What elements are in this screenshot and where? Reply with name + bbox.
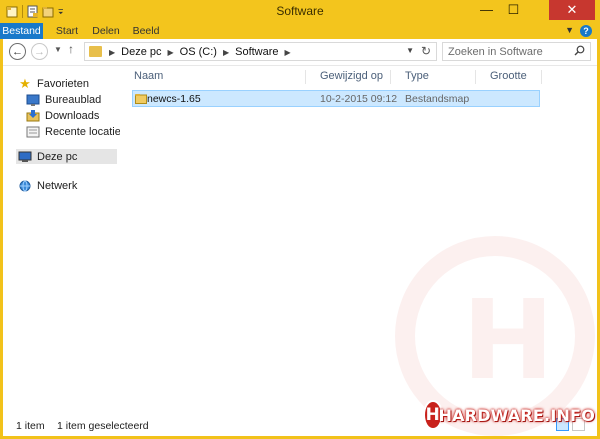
logo-text: HARDWARE.INFO bbox=[438, 405, 595, 425]
nav-item-label: Recente locaties bbox=[45, 125, 127, 138]
column-header-grootte[interactable]: Grootte bbox=[476, 70, 542, 84]
title-bar[interactable]: Software — ☐ ✕ bbox=[0, 0, 600, 23]
tab-start[interactable]: Start bbox=[50, 23, 84, 39]
tab-beeld[interactable]: Beeld bbox=[131, 23, 161, 39]
breadcrumb-deze-pc[interactable]: Deze pc bbox=[121, 46, 161, 59]
navigation-bar: ← → ▼ ↑ ▶ Deze pc ▶ OS (C:) ▶ Software ▶… bbox=[3, 39, 597, 66]
status-selection: 1 item geselecteerd bbox=[57, 420, 149, 432]
file-name: newcs-1.65 bbox=[147, 93, 201, 105]
table-row[interactable]: newcs-1.65 10-2-2015 09:12 Bestandsmap bbox=[132, 90, 540, 107]
tab-delen[interactable]: Delen bbox=[88, 23, 124, 39]
network-icon bbox=[19, 180, 31, 191]
hardware-info-logo: H HARDWARE.INFO bbox=[425, 402, 595, 428]
star-icon: ★ bbox=[19, 75, 31, 91]
address-dropdown-icon[interactable]: ▼ bbox=[406, 46, 414, 55]
recent-locations-dropdown-icon[interactable]: ▼ bbox=[54, 45, 62, 54]
search-icon[interactable] bbox=[574, 45, 585, 56]
column-header-type[interactable]: Type bbox=[391, 70, 476, 84]
downloads-icon bbox=[26, 109, 40, 121]
explorer-client-area: ← → ▼ ↑ ▶ Deze pc ▶ OS (C:) ▶ Software ▶… bbox=[3, 39, 597, 436]
forward-button[interactable]: → bbox=[31, 43, 48, 60]
column-header-gewijzigd-op[interactable]: Gewijzigd op bbox=[306, 70, 391, 84]
ribbon-tabs: Bestand Start Delen Beeld ▼ ? bbox=[0, 23, 600, 39]
nav-item-favorieten[interactable]: ★ Favorieten bbox=[18, 76, 89, 91]
navigation-pane: ★ Favorieten Bureaublad Downloads Recent… bbox=[3, 66, 126, 415]
help-button[interactable]: ? bbox=[580, 25, 592, 37]
breadcrumb-software[interactable]: Software bbox=[235, 46, 278, 59]
computer-icon bbox=[18, 151, 32, 162]
chevron-right-icon[interactable]: ▶ bbox=[168, 46, 174, 59]
nav-item-label: Bureaublad bbox=[45, 93, 102, 106]
nav-item-label: Deze pc bbox=[37, 150, 78, 163]
chevron-right-icon[interactable]: ▶ bbox=[109, 46, 115, 59]
status-item-count: 1 item bbox=[16, 420, 45, 432]
refresh-icon[interactable]: ↻ bbox=[421, 44, 431, 58]
breadcrumb: ▶ Deze pc ▶ OS (C:) ▶ Software ▶ bbox=[109, 46, 291, 59]
back-button[interactable]: ← bbox=[9, 43, 26, 60]
maximize-button[interactable]: ☐ bbox=[500, 0, 527, 20]
desktop-icon bbox=[26, 94, 40, 106]
tab-bestand[interactable]: Bestand bbox=[0, 23, 43, 39]
nav-item-netwerk[interactable]: Netwerk bbox=[18, 178, 77, 193]
nav-item-label: Downloads bbox=[45, 109, 100, 122]
file-modified: 10-2-2015 09:12 bbox=[320, 93, 398, 105]
up-button[interactable]: ↑ bbox=[68, 42, 74, 56]
recent-icon bbox=[26, 126, 40, 137]
nav-item-label: Favorieten bbox=[37, 77, 89, 90]
search-input[interactable] bbox=[443, 43, 583, 60]
file-list-pane: Naam Gewijzigd op Type Grootte newcs-1.6… bbox=[120, 66, 597, 415]
folder-icon bbox=[135, 94, 147, 104]
close-button[interactable]: ✕ bbox=[549, 0, 595, 20]
expand-ribbon-icon[interactable]: ▼ bbox=[565, 25, 574, 35]
nav-item-bureaublad[interactable]: Bureaublad bbox=[26, 92, 101, 107]
nav-item-deze-pc[interactable]: Deze pc bbox=[16, 149, 117, 164]
nav-item-label: Netwerk bbox=[37, 179, 78, 192]
nav-item-recente-locaties[interactable]: Recente locaties bbox=[26, 124, 126, 139]
breadcrumb-os-c[interactable]: OS (C:) bbox=[180, 46, 217, 59]
file-type: Bestandsmap bbox=[405, 93, 470, 105]
chevron-right-icon[interactable]: ▶ bbox=[223, 46, 229, 59]
folder-icon bbox=[89, 46, 102, 57]
address-bar[interactable]: ▶ Deze pc ▶ OS (C:) ▶ Software ▶ ▼ ↻ bbox=[84, 42, 437, 61]
minimize-button[interactable]: — bbox=[473, 0, 500, 20]
nav-item-downloads[interactable]: Downloads bbox=[26, 108, 99, 123]
chevron-right-icon[interactable]: ▶ bbox=[285, 46, 291, 59]
explorer-window: Software — ☐ ✕ Bestand Start Delen Beeld… bbox=[0, 0, 600, 439]
search-box[interactable] bbox=[442, 42, 591, 61]
column-header-naam[interactable]: Naam bbox=[120, 70, 306, 84]
